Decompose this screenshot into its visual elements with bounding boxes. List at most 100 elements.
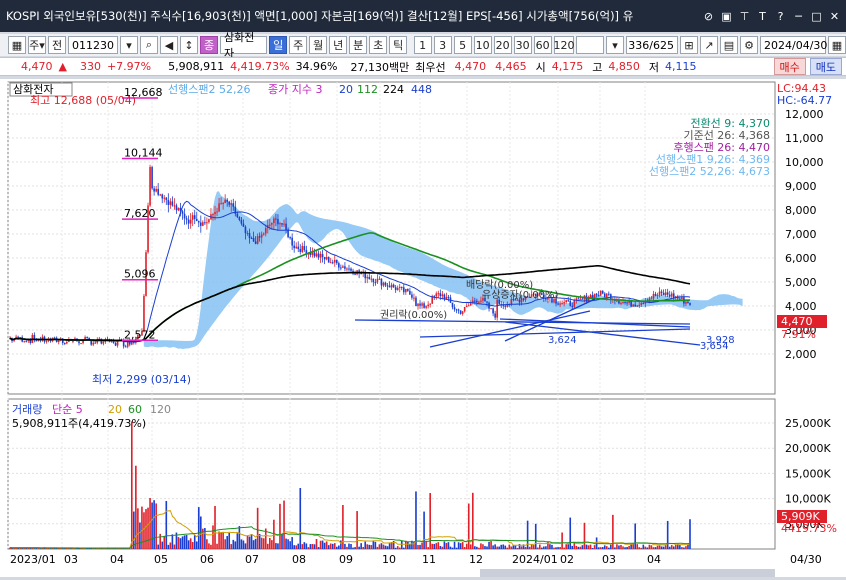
x-axis-right-label: 04/30 (790, 553, 822, 566)
buy-button[interactable]: 매수 (773, 58, 806, 75)
legend-ma20: 20 (339, 83, 353, 96)
volume-y-tick: 15,000K (785, 467, 831, 480)
x-axis-tick: 04 (110, 553, 124, 566)
calendar-icon[interactable]: ▦ (828, 36, 846, 54)
volume-summary: 5,908,911주(4,419.73%) (12, 417, 146, 430)
link-icon[interactable]: ⊘ (701, 9, 716, 24)
period-tab-tick[interactable]: 틱 (389, 36, 408, 54)
price-summary-bar: 4,470 ▲ 330 +7.97% 5,908,911 4,419.73% 3… (0, 57, 846, 76)
pin-icon[interactable]: ⊤ (737, 9, 752, 24)
ichimoku-legend-item: 선행스팬2 52,26: 4,673 (649, 165, 770, 178)
chart-svg[interactable]: 3,928 3,654 3,624 배당락(0.00%) 유상증자(0.00%)… (0, 79, 846, 577)
period-tab-week[interactable]: 주 (289, 36, 308, 54)
save-icon[interactable]: ▤ (720, 36, 738, 54)
minimize-icon[interactable]: ─ (791, 9, 806, 24)
help-icon[interactable]: ? (773, 9, 788, 24)
price-panel-frame (7, 81, 776, 395)
legend-ma448: 448 (411, 83, 432, 96)
x-axis-tick: 03 (602, 553, 616, 566)
search-icon[interactable]: ⌕ (140, 36, 158, 54)
price-y-tick: 7,000 (785, 228, 817, 241)
price-level-label: 2,572 (124, 328, 156, 341)
x-axis-tick: 2023/01 (10, 553, 56, 566)
volume-ma120: 120 (150, 403, 171, 416)
volume-value: 5,908,911 (168, 60, 225, 73)
trend-label-2: 3,654 (700, 341, 729, 352)
volume-pct: 4,419.73% (230, 60, 290, 73)
interval-dropdown-icon[interactable]: ▾ (606, 36, 624, 54)
volume-title: 거래량 (12, 403, 42, 416)
text-size-icon[interactable]: T (755, 9, 770, 24)
change-arrow: ▲ (58, 60, 67, 73)
price-y-tick: 12,000 (785, 108, 824, 121)
price-y-tick: 9,000 (785, 180, 817, 193)
volume-y-tick: 25,000K (785, 417, 831, 430)
volume-y-tick: 20,000K (785, 442, 831, 455)
turnover-value: 34.96% (295, 60, 338, 73)
volume-ma20: 20 (108, 403, 122, 416)
speaker-icon[interactable]: ◀ (160, 36, 178, 54)
custom-interval-input[interactable] (576, 36, 604, 54)
layout-icon[interactable]: ▣ (719, 9, 734, 24)
legend-span2: 선행스팬2 52,26 (168, 83, 250, 96)
current-price-tag: 4,470 (781, 315, 813, 328)
price-change: 330 (79, 60, 101, 73)
zoom-icon[interactable]: ⊞ (680, 36, 698, 54)
chart-area[interactable]: 3,928 3,654 3,624 배당락(0.00%) 유상증자(0.00%)… (0, 79, 846, 577)
low-note: 최저 2,299 (03/14) (92, 373, 191, 386)
period-tab-month[interactable]: 월 (309, 36, 328, 54)
market-select[interactable]: 주 ▾ (28, 36, 46, 54)
price-y-tick: 10,000 (785, 156, 824, 169)
interval-10[interactable]: 10 (473, 36, 492, 54)
window-title: KOSPI 외국인보유[530(천)] 주식수[16,903(천)] 액면[1,… (6, 9, 634, 23)
maximize-icon[interactable]: □ (809, 9, 824, 24)
interval-3[interactable]: 3 (433, 36, 452, 54)
open-label: 시 (535, 60, 546, 74)
settings-icon[interactable]: ⚙ (740, 36, 758, 54)
period-tab-second[interactable]: 초 (369, 36, 388, 54)
sell-button[interactable]: 매도 (809, 58, 842, 75)
x-axis-tick: 05 (154, 553, 168, 566)
market-select-label: 주 (29, 39, 40, 52)
rights-offering-annotation: 유상증자(0.00%) (482, 289, 558, 301)
trend-label-3: 3,624 (548, 335, 577, 346)
interval-30[interactable]: 30 (513, 36, 532, 54)
x-axis: 2023/01 03 04 05 06 07 08 09 10 11 12 2024/01 02 03 04 (10, 553, 661, 566)
price-y-tick: 6,000 (785, 252, 817, 265)
price-level-label: 10,144 (124, 147, 163, 160)
interval-120[interactable]: 120 (554, 36, 575, 54)
period-tab-day[interactable]: 일 (269, 36, 288, 54)
x-axis-tick: 10 (382, 553, 396, 566)
interval-5[interactable]: 5 (453, 36, 472, 54)
low-price: 4,115 (665, 60, 697, 73)
count-display: 336/625 (626, 36, 678, 54)
period-tab-year[interactable]: 년 (329, 36, 348, 54)
date-input[interactable]: 2024/04/30 (760, 36, 827, 54)
best-ask-label: 최우선 (415, 60, 446, 74)
high-price: 4,850 (608, 60, 640, 73)
period-tab-minute[interactable]: 분 (349, 36, 368, 54)
high-note: 최고 12,688 (05/04) (30, 94, 136, 107)
grid-icon[interactable]: ▦ (8, 36, 26, 54)
legend-close: 종가 지수 3 (268, 83, 322, 96)
code-dropdown-icon[interactable]: ▾ (120, 36, 138, 54)
interval-1[interactable]: 1 (413, 36, 432, 54)
x-axis-tick: 09 (339, 553, 353, 566)
interval-60[interactable]: 60 (533, 36, 552, 54)
hc-label: HC:-64.77 (777, 94, 832, 107)
code-input[interactable]: 011230 (68, 36, 118, 54)
interval-20[interactable]: 20 (493, 36, 512, 54)
best-bid-price: 4,465 (495, 60, 527, 73)
x-axis-tick: 03 (64, 553, 78, 566)
trade-amount: 27,130백만 (350, 60, 410, 74)
draw-icon[interactable]: ↗ (700, 36, 718, 54)
prev-next-icon[interactable]: ↕ (180, 36, 198, 54)
close-icon[interactable]: ✕ (827, 9, 842, 24)
price-y-tick: 4,000 (785, 300, 817, 313)
open-price: 4,175 (551, 60, 584, 73)
horizontal-scrollbar[interactable] (480, 569, 775, 577)
legend-ma112: 112 (357, 83, 378, 96)
all-button[interactable]: 전 (48, 36, 66, 54)
x-axis-tick: 02 (560, 553, 574, 566)
x-axis-tick: 2024/01 (512, 553, 558, 566)
